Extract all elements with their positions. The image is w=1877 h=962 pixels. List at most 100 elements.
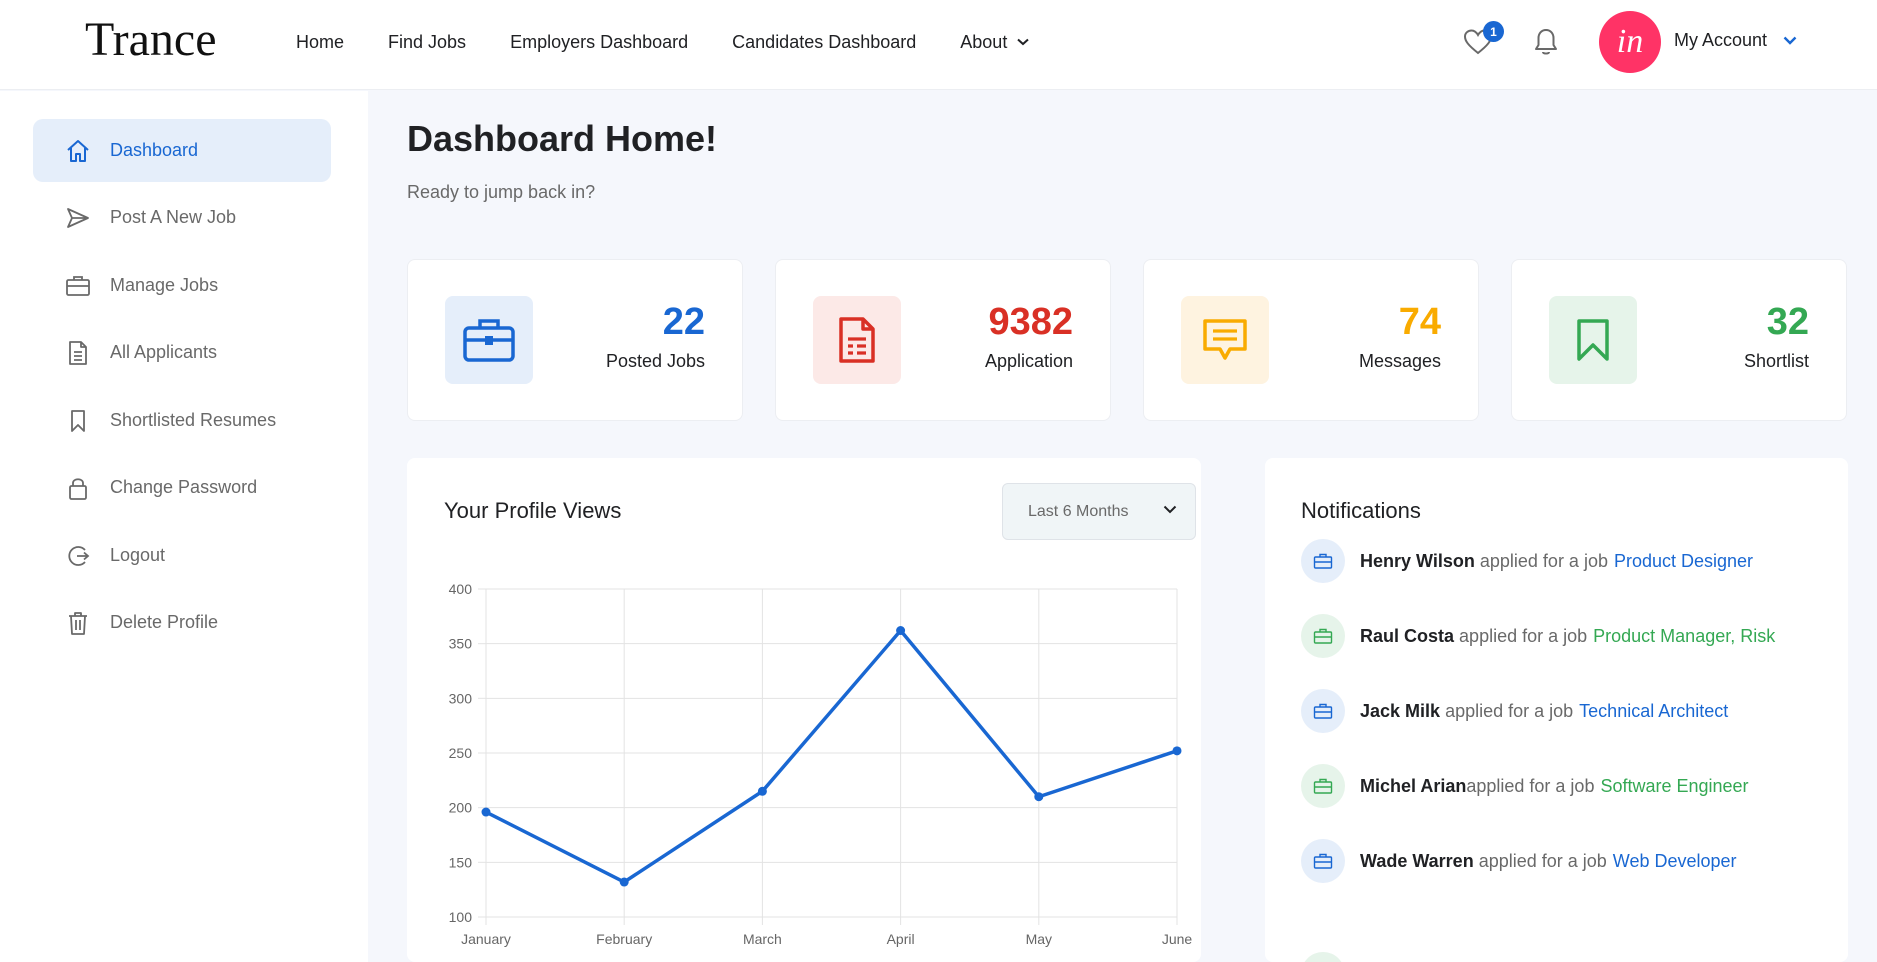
series-line	[485, 628, 1178, 884]
notification-item: Jack Milk applied for a job Technical Arc…	[1301, 689, 1728, 733]
x-tick-label: March	[743, 931, 782, 947]
sidebar-item-change-password[interactable]: Change Password	[33, 456, 331, 519]
y-tick-label: 300	[449, 690, 473, 706]
applicant-name: Michel Arian	[1360, 775, 1467, 796]
x-tick-label: May	[1026, 931, 1052, 947]
bookmark-icon	[65, 408, 91, 434]
stat-label: Posted Jobs	[605, 351, 705, 371]
main-nav: Home Find Jobs Employers Dashboard Candi…	[296, 0, 1073, 84]
profile-views-card: Your Profile Views Last 6 Months 100 150 2…	[407, 458, 1201, 962]
notification-item: Raul Costa applied for a job Product Mana…	[1301, 614, 1775, 658]
x-tick-label: April	[887, 931, 915, 947]
stat-value: 32	[1766, 301, 1809, 343]
x-tick-label: February	[596, 931, 652, 947]
sidebar-item-all-applicants[interactable]: All Applicants	[33, 321, 331, 384]
stat-card-posted-jobs: 22 Posted Jobs	[407, 259, 743, 421]
sidebar-item-logout[interactable]: Logout	[33, 524, 331, 587]
briefcase-icon	[65, 273, 91, 299]
stat-value: 9382	[988, 301, 1073, 343]
sidebar-item-shortlisted-resumes[interactable]: Shortlisted Resumes	[33, 389, 331, 452]
message-icon	[1181, 296, 1269, 384]
nav-employers-dashboard-label: Employers Dashboard	[510, 31, 689, 52]
stat-label: Shortlist	[1743, 351, 1809, 371]
page-subtitle: Ready to jump back in?	[407, 182, 596, 202]
applicant-name: Jack Milk	[1360, 700, 1441, 721]
stat-card-application: 9382 Application	[775, 259, 1111, 421]
data-point	[619, 877, 629, 887]
page-title: Dashboard Home!	[407, 118, 718, 159]
card-title: Notifications	[1301, 498, 1421, 523]
y-tick-label: 200	[449, 800, 473, 816]
notification-item: Wade Warren applied for a job Web Develop…	[1301, 839, 1737, 883]
y-tick-label: 250	[449, 745, 473, 761]
chevron-down-icon	[1783, 36, 1797, 45]
data-point	[757, 786, 767, 796]
nav-employers-dashboard[interactable]: Employers Dashboard	[510, 32, 688, 53]
avatar[interactable]: in	[1599, 11, 1661, 73]
lock-icon	[65, 475, 91, 501]
y-tick-label: 100	[449, 909, 473, 925]
favorites-count-badge: 1	[1483, 21, 1504, 42]
briefcase-icon	[1301, 764, 1345, 808]
nav-home[interactable]: Home	[296, 32, 344, 53]
data-point	[1172, 746, 1182, 756]
sidebar-item-label: All Applicants	[110, 342, 218, 362]
logo[interactable]: Trance	[85, 12, 217, 67]
sidebar-item-label: Logout	[110, 545, 166, 565]
briefcase-icon	[1301, 539, 1345, 583]
bookmark-icon	[1549, 296, 1637, 384]
notifications-card: Notifications Henry Wilson applied for a…	[1265, 458, 1848, 962]
y-tick-label: 400	[449, 581, 473, 597]
briefcase-icon	[1301, 614, 1345, 658]
briefcase-icon	[445, 296, 533, 384]
home-icon	[65, 138, 91, 164]
my-account-menu[interactable]: My Account	[1674, 30, 1797, 51]
job-link[interactable]: Product Designer	[1614, 551, 1753, 572]
top-header: Trance Home Find Jobs Employers Dashboar…	[0, 0, 1877, 90]
briefcase-icon	[1301, 839, 1345, 883]
notification-action: applied for a job	[1445, 700, 1574, 721]
sidebar-item-dashboard[interactable]: Dashboard	[33, 119, 331, 182]
job-link[interactable]: Software Engineer	[1600, 776, 1748, 797]
sidebar-item-label: Dashboard	[110, 140, 199, 160]
y-tick-label: 350	[449, 636, 473, 652]
sidebar-item-label: Change Password	[110, 477, 258, 497]
notification-action: applied for a job	[1459, 625, 1588, 646]
document-icon	[813, 296, 901, 384]
nav-find-jobs[interactable]: Find Jobs	[388, 32, 466, 53]
stat-value: 74	[1398, 301, 1441, 343]
data-point	[1034, 792, 1044, 802]
stat-card-messages: 74 Messages	[1143, 259, 1479, 421]
nav-find-jobs-label: Find Jobs	[388, 31, 467, 52]
sidebar: Dashboard Post A New Job Manage Jobs All…	[0, 91, 368, 962]
stat-value: 22	[662, 301, 705, 343]
briefcase-icon	[1301, 689, 1345, 733]
sidebar-item-delete-profile[interactable]: Delete Profile	[33, 591, 331, 654]
profile-views-chart: 100 150 200 250 300 350 400 January February Marc…	[449, 581, 1193, 947]
bell-icon[interactable]	[1533, 27, 1559, 57]
stat-label: Application	[984, 351, 1073, 371]
sidebar-item-label: Shortlisted Resumes	[110, 410, 277, 430]
notification-item: Henry Wilson applied for a job Product De…	[1301, 539, 1753, 583]
nav-candidates-dashboard[interactable]: Candidates Dashboard	[732, 32, 916, 53]
nav-home-label: Home	[296, 31, 345, 52]
job-link[interactable]: Web Developer	[1613, 851, 1737, 872]
notification-icon-partial	[1301, 952, 1345, 962]
nav-candidates-dashboard-label: Candidates Dashboard	[732, 31, 917, 52]
sidebar-item-manage-jobs[interactable]: Manage Jobs	[33, 254, 331, 317]
nav-about[interactable]: About	[960, 32, 1029, 53]
stat-card-shortlist: 32 Shortlist	[1511, 259, 1847, 421]
trash-icon	[65, 610, 91, 636]
nav-about-label: About	[960, 31, 1008, 52]
y-tick-label: 150	[449, 854, 473, 870]
stat-label: Messages	[1358, 351, 1441, 371]
sidebar-item-label: Delete Profile	[110, 612, 219, 632]
job-link[interactable]: Product Manager, Risk	[1593, 626, 1775, 647]
x-tick-label: January	[461, 931, 511, 947]
sidebar-item-post-job[interactable]: Post A New Job	[33, 186, 331, 249]
job-link[interactable]: Technical Architect	[1579, 701, 1728, 722]
sidebar-item-label: Manage Jobs	[110, 275, 219, 295]
notification-action: applied for a job	[1466, 775, 1595, 796]
notification-action: applied for a job	[1479, 550, 1608, 571]
applicant-name: Henry Wilson	[1360, 550, 1475, 571]
